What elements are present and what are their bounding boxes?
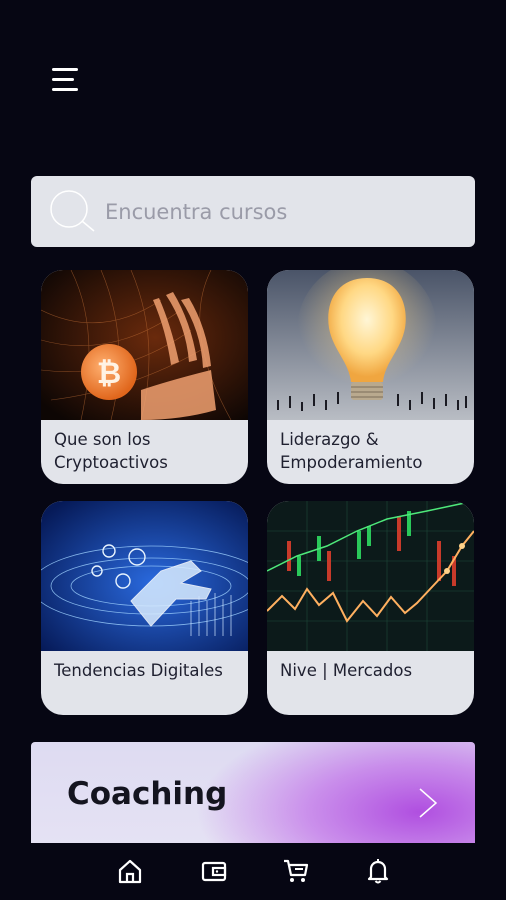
course-image-stock-chart [267,501,474,651]
course-title: Tendencias Digitales [54,661,223,680]
chevron-right-icon [419,788,438,818]
menu-line [52,68,78,71]
course-card-mercados[interactable]: Nive | Mercados [267,501,474,715]
menu-button[interactable] [50,66,82,94]
bottom-navigation [0,843,506,900]
search-icon [50,190,95,232]
course-image-digital-hand [41,501,248,651]
search-input[interactable] [105,194,455,230]
course-card-cryptoactivos[interactable]: ₿ Que son los Cryptoactivos [41,270,248,484]
bell-icon[interactable] [364,857,392,885]
course-card-liderazgo[interactable]: Liderazgo & Empoderamiento [267,270,474,484]
wallet-icon[interactable] [200,857,228,885]
svg-text:₿: ₿ [97,356,121,391]
search-bar[interactable] [31,176,475,247]
home-icon[interactable] [116,857,144,885]
course-card-tendencias[interactable]: Tendencias Digitales [41,501,248,715]
cart-icon[interactable] [282,857,310,885]
course-title: Que son los Cryptoactivos [54,430,168,472]
course-image-lightbulb [267,270,474,420]
menu-line [52,88,78,91]
course-title: Liderazgo & Empoderamiento [280,430,423,472]
coaching-title: Coaching [67,776,228,812]
course-title: Nive | Mercados [280,661,413,680]
menu-line [52,78,74,81]
course-image-crypto: ₿ [41,270,248,420]
